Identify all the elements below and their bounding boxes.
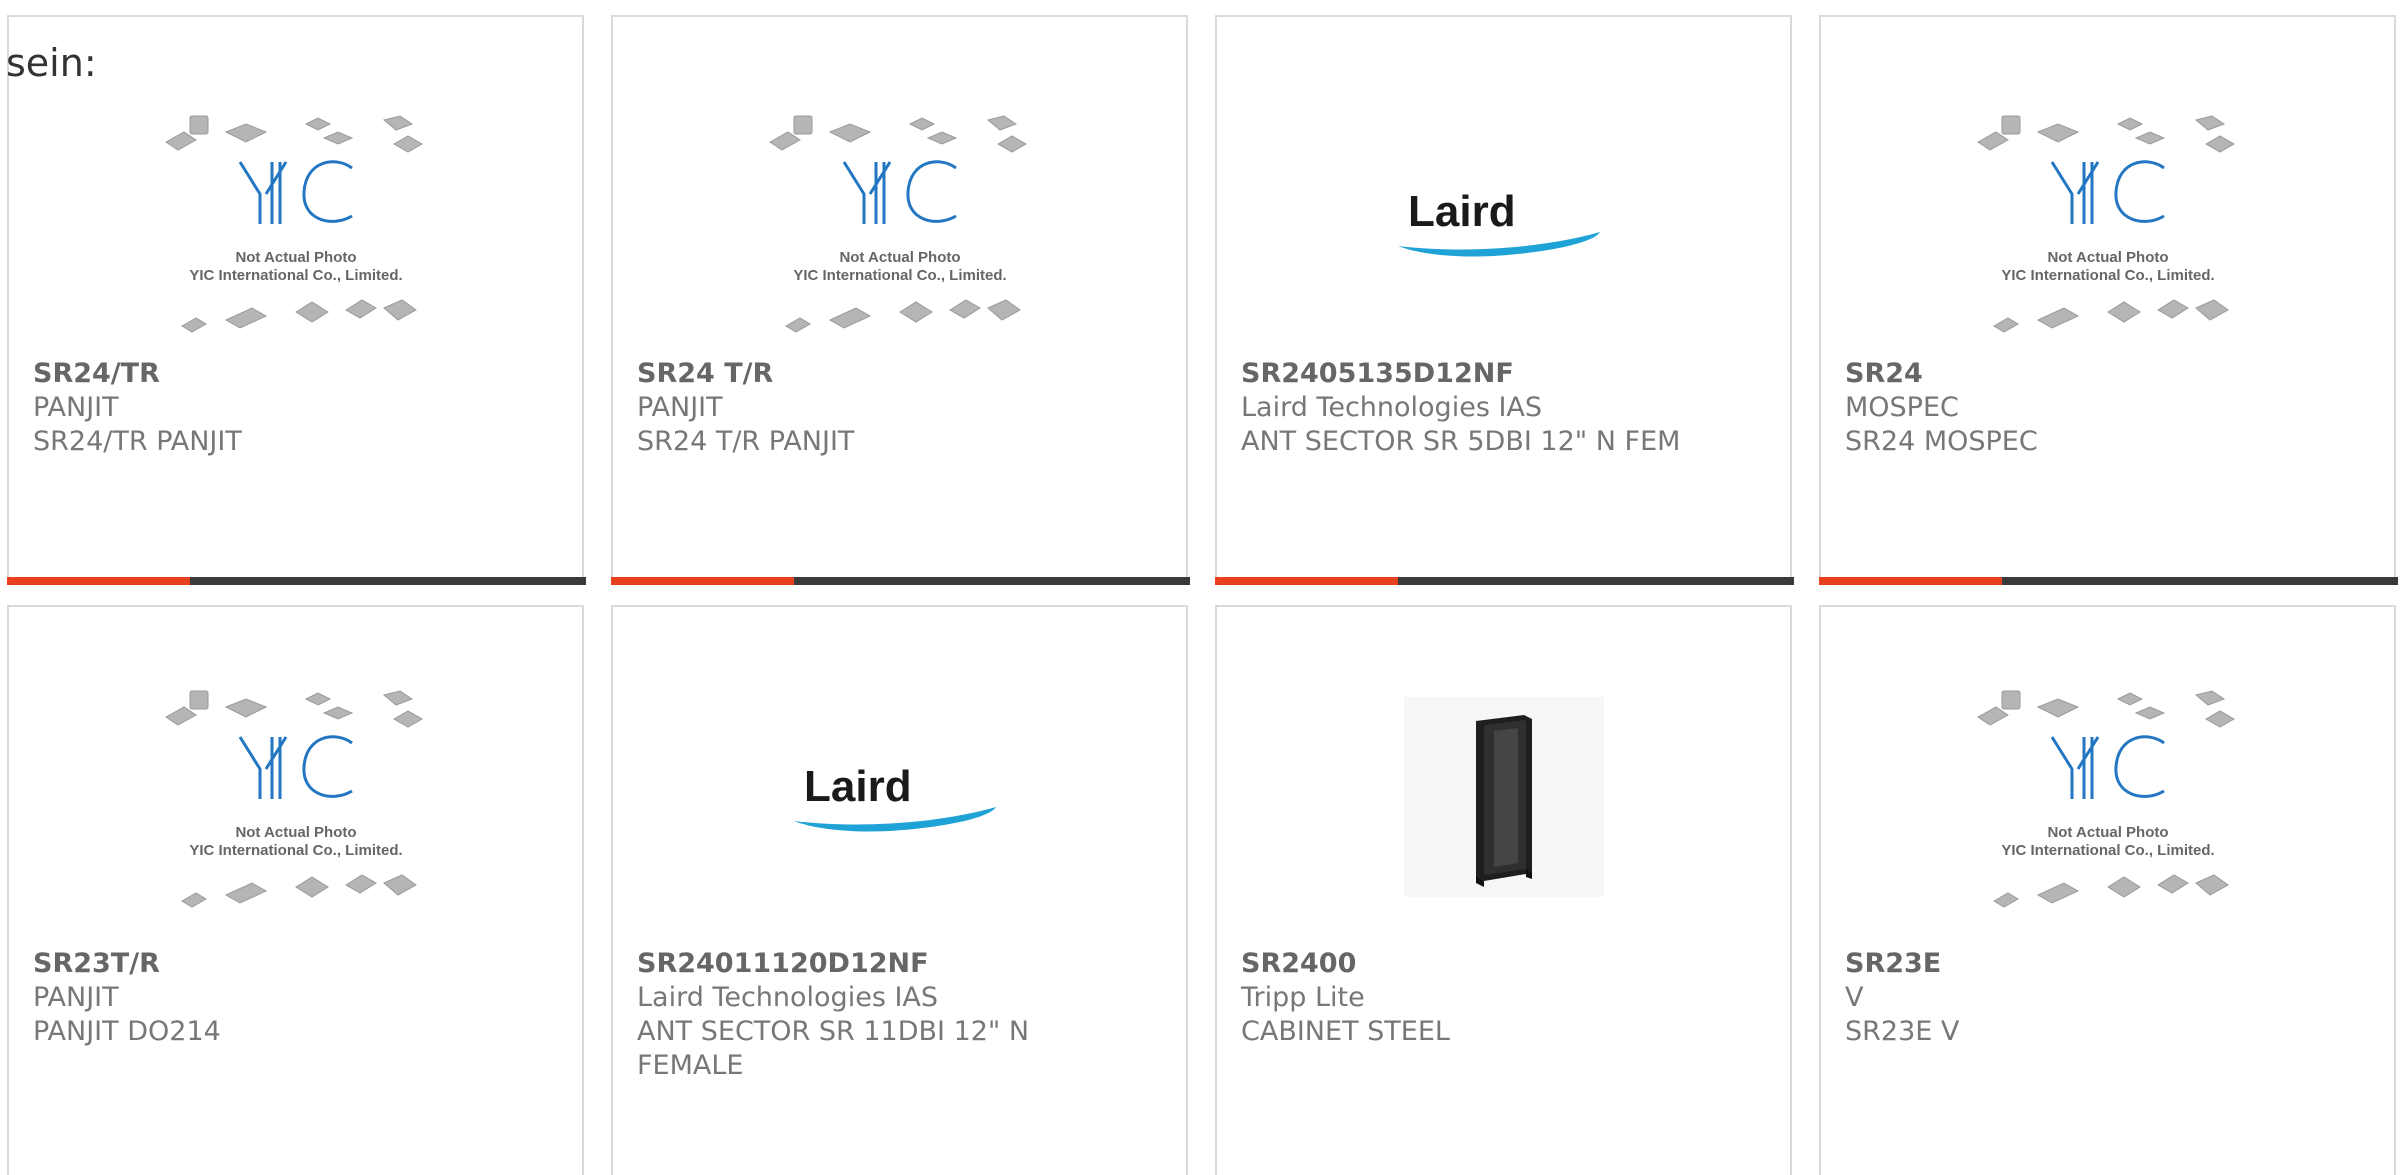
description-continued: FEMALE: [637, 1050, 744, 1081]
manufacturer: Laird Technologies IAS: [1241, 392, 1543, 423]
placeholder-caption-line2: YIC International Co., Limited.: [793, 267, 1006, 284]
product-card[interactable]: Not Actual Photo YIC International Co., …: [7, 605, 584, 1175]
description: PANJIT DO214: [33, 1016, 221, 1047]
part-number[interactable]: SR23T/R: [33, 947, 563, 981]
part-number[interactable]: SR24 T/R: [637, 357, 1167, 391]
part-number[interactable]: SR24/TR: [33, 357, 563, 391]
yic-placeholder-image: Not Actual Photo YIC International Co., …: [1976, 690, 2235, 908]
product-image-laird-logo[interactable]: Laird: [613, 652, 1186, 942]
description: ANT SECTOR SR 11DBI 12" N: [637, 1016, 1030, 1047]
placeholder-caption-line1: Not Actual Photo: [2047, 824, 2168, 841]
description: SR24 T/R PANJIT: [637, 426, 855, 457]
card-accent-bar: [1215, 577, 1398, 585]
product-card[interactable]: Not Actual Photo YIC International Co., …: [611, 15, 1190, 585]
card-accent-bar: [7, 577, 190, 585]
product-card[interactable]: Laird SR2405135D12NF Laird Technologies …: [1215, 15, 1794, 585]
manufacturer: PANJIT: [637, 392, 723, 423]
part-number[interactable]: SR23E: [1845, 947, 2375, 981]
yic-placeholder-image: Not Actual Photo YIC International Co., …: [1976, 115, 2235, 333]
manufacturer: Laird Technologies IAS: [637, 982, 939, 1013]
description: SR24/TR PANJIT: [33, 426, 242, 457]
part-number[interactable]: SR24: [1845, 357, 2375, 391]
product-image-yic-placeholder[interactable]: Not Actual Photo YIC International Co., …: [9, 77, 582, 367]
laird-logo-text: Laird: [1408, 187, 1516, 236]
card-bottom-bar: [611, 577, 1190, 585]
description: CABINET STEEL: [1241, 1016, 1450, 1047]
laird-logo-text: Laird: [804, 762, 912, 811]
product-card[interactable]: Laird SR24011120D12NF Laird Technologies…: [611, 605, 1188, 1175]
card-bottom-bar: [7, 577, 586, 585]
product-image-yic-placeholder[interactable]: Not Actual Photo YIC International Co., …: [1821, 652, 2394, 942]
server-cabinet-photo: [1403, 697, 1604, 897]
description: ANT SECTOR SR 5DBI 12" N FEM: [1241, 426, 1681, 457]
card-accent-bar: [1819, 577, 2002, 585]
placeholder-caption-line1: Not Actual Photo: [235, 249, 356, 266]
product-card[interactable]: Not Actual Photo YIC International Co., …: [1819, 605, 2396, 1175]
placeholder-caption-line1: Not Actual Photo: [839, 249, 960, 266]
product-image-yic-placeholder[interactable]: Not Actual Photo YIC International Co., …: [1821, 77, 2394, 367]
product-image-server-cabinet[interactable]: [1217, 652, 1790, 942]
laird-logo-image: Laird: [1397, 187, 1600, 257]
yic-placeholder-image: Not Actual Photo YIC International Co., …: [164, 690, 423, 908]
product-grid: Not Actual Photo YIC International Co., …: [0, 0, 2400, 1175]
manufacturer: PANJIT: [33, 392, 119, 423]
manufacturer: PANJIT: [33, 982, 119, 1013]
placeholder-caption-line1: Not Actual Photo: [235, 824, 356, 841]
manufacturer: Tripp Lite: [1241, 982, 1365, 1013]
manufacturer: MOSPEC: [1845, 392, 1959, 423]
product-card[interactable]: SR2400 Tripp Lite CABINET STEEL: [1215, 605, 1792, 1175]
partial-heading-text: sein:: [6, 41, 97, 85]
product-image-laird-logo[interactable]: Laird: [1217, 77, 1790, 367]
product-image-yic-placeholder[interactable]: Not Actual Photo YIC International Co., …: [613, 77, 1186, 367]
card-bottom-bar: [1215, 577, 1794, 585]
placeholder-caption-line2: YIC International Co., Limited.: [189, 842, 402, 859]
description: SR23E V: [1845, 1016, 1960, 1047]
product-card[interactable]: Not Actual Photo YIC International Co., …: [7, 15, 586, 585]
product-image-yic-placeholder[interactable]: Not Actual Photo YIC International Co., …: [9, 652, 582, 942]
part-number[interactable]: SR24011120D12NF: [637, 947, 1167, 981]
product-card[interactable]: Not Actual Photo YIC International Co., …: [1819, 15, 2398, 585]
part-number[interactable]: SR2400: [1241, 947, 1771, 981]
yic-placeholder-image: Not Actual Photo YIC International Co., …: [164, 115, 423, 333]
laird-logo-image: Laird: [793, 762, 996, 832]
card-accent-bar: [611, 577, 794, 585]
placeholder-caption-line2: YIC International Co., Limited.: [189, 267, 402, 284]
part-number[interactable]: SR2405135D12NF: [1241, 357, 1771, 391]
manufacturer: V: [1845, 982, 1864, 1013]
placeholder-caption-line2: YIC International Co., Limited.: [2001, 267, 2214, 284]
card-bottom-bar: [1819, 577, 2398, 585]
placeholder-caption-line2: YIC International Co., Limited.: [2001, 842, 2214, 859]
description: SR24 MOSPEC: [1845, 426, 2038, 457]
placeholder-caption-line1: Not Actual Photo: [2047, 249, 2168, 266]
yic-placeholder-image: Not Actual Photo YIC International Co., …: [768, 115, 1027, 333]
